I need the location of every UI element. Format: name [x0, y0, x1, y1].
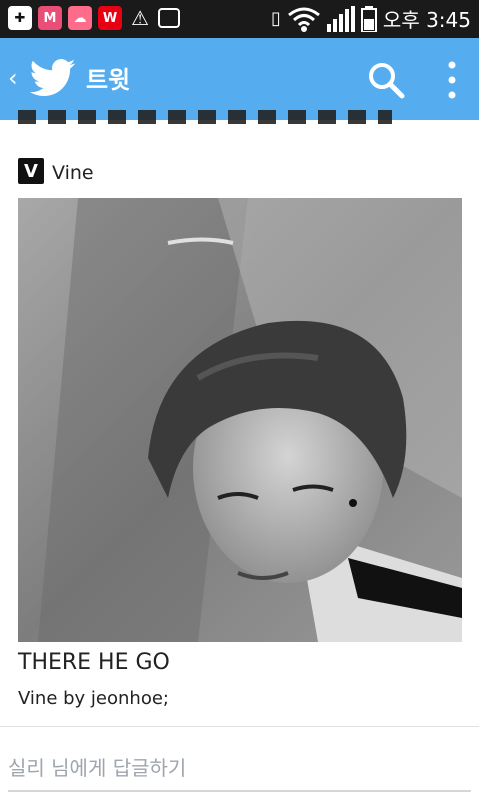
overflow-menu-icon[interactable] [440, 58, 464, 102]
reply-input[interactable]: 실리 님에게 답글하기 [8, 752, 186, 781]
video-image [18, 198, 462, 642]
image-icon [158, 8, 180, 28]
cloud-icon: ☁ [68, 6, 92, 30]
system-icons: ▯ 오후 3:45 [271, 4, 471, 33]
signal-icon [326, 5, 355, 32]
video-thumbnail[interactable] [18, 198, 462, 642]
page-title: 트윗 [86, 66, 131, 94]
divider [0, 726, 479, 727]
battery-icon [360, 5, 377, 32]
vine-source-label: Vine [52, 162, 94, 184]
gmail-icon: M [38, 6, 62, 30]
app-bar: ‹ 트윗 [0, 38, 479, 120]
status-bar: ✚ M ☁ W ⚠ ▯ 오후 3:45 [0, 0, 479, 38]
video-title[interactable]: THERE HE GO [18, 650, 170, 675]
twitter-bird-icon[interactable] [30, 58, 76, 98]
wifi-icon [287, 7, 320, 32]
back-button[interactable]: ‹ [8, 64, 18, 92]
add-icon: ✚ [8, 6, 32, 30]
reply-input-underline [8, 790, 471, 792]
clipped-tweet-text [18, 110, 392, 124]
clock: 오후 3:45 [382, 8, 471, 32]
notification-icons: ✚ M ☁ W ⚠ [8, 6, 180, 30]
vibrate-icon: ▯ [271, 8, 281, 29]
search-icon[interactable] [366, 60, 406, 100]
video-subtitle: Vine by jeonhoe; [18, 688, 169, 709]
w-app-icon: W [98, 6, 122, 30]
warning-icon: ⚠ [131, 6, 149, 30]
vine-logo-icon: V [18, 158, 44, 184]
